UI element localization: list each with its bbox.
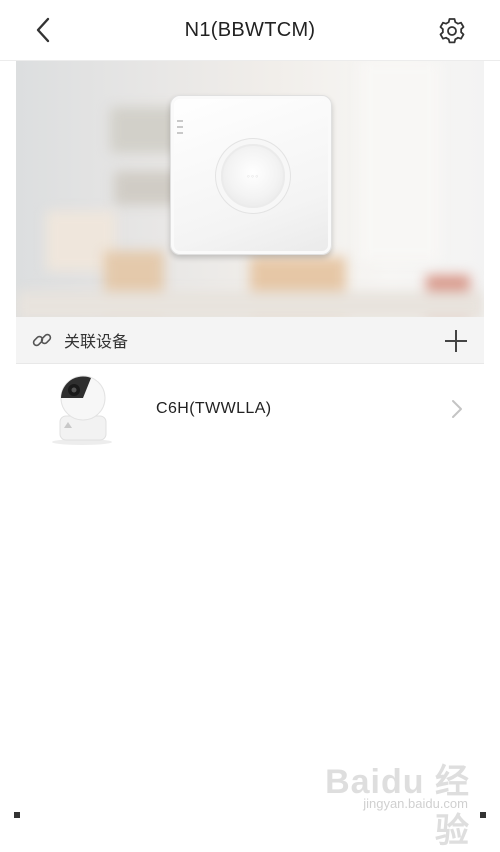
linked-devices-label: 关联设备 — [64, 334, 129, 351]
link-icon — [30, 328, 54, 352]
camera-thumbnail — [50, 372, 116, 446]
page-title: N1(BBWTCM) — [184, 18, 316, 41]
device-leds — [177, 120, 183, 138]
background-blur — [16, 291, 484, 317]
list-item[interactable]: C6H(TWWLLA) — [16, 366, 484, 452]
device-logo: ◦◦◦ — [246, 171, 260, 181]
top-nav-bar: N1(BBWTCM) — [0, 0, 500, 61]
settings-button[interactable] — [436, 15, 468, 47]
baidu-watermark: Baidu 经验 jingyan.baidu.com — [320, 744, 470, 850]
watermark-url: jingyan.baidu.com — [363, 796, 468, 811]
corner-mark — [480, 812, 486, 818]
device-power-button: ◦◦◦ — [221, 144, 285, 208]
nvr-box-image: ◦◦◦ — [170, 95, 332, 255]
chevron-left-icon — [36, 17, 50, 43]
back-button[interactable] — [28, 15, 58, 45]
plus-icon — [445, 330, 467, 352]
gear-icon — [439, 18, 465, 44]
background-blur — [360, 61, 440, 261]
device-hero-image: ◦◦◦ — [16, 61, 484, 317]
corner-mark — [14, 812, 20, 818]
add-device-button[interactable] — [442, 327, 470, 355]
device-name: C6H(TWWLLA) — [156, 400, 272, 417]
linked-devices-bar: 关联设备 — [16, 317, 484, 364]
chevron-right-icon — [452, 400, 462, 418]
